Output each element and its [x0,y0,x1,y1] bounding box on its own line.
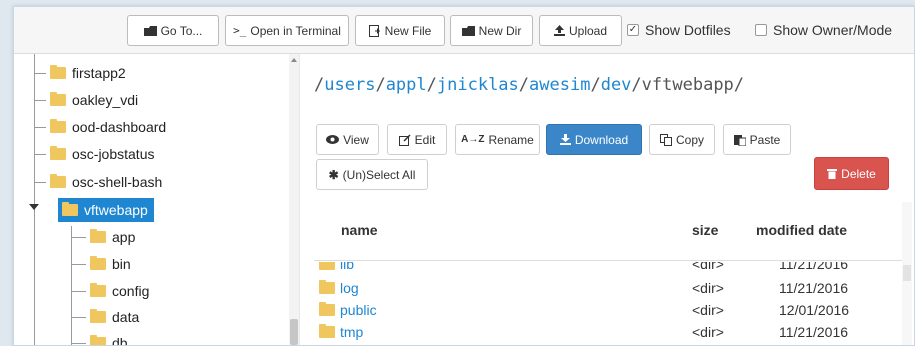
path-current: vftwebapp [641,75,734,95]
show-dotfiles-checkbox[interactable]: ✓ [627,24,639,36]
toolbar: Go To... >_ Open in Terminal New File Ne… [14,7,914,54]
path-segment[interactable]: users [324,75,375,95]
tree-item-osc-shell-bash[interactable]: osc-shell-bash [50,171,162,193]
goto-button[interactable]: Go To... [127,15,219,46]
tree-item-config[interactable]: config [90,280,149,302]
copy-button[interactable]: Copy [649,124,715,155]
table-row[interactable]: log <dir> 11/21/2016 [319,280,879,302]
column-header-modified[interactable]: modified date [756,222,847,238]
tree-item-vftwebapp[interactable]: vftwebapp [58,198,154,222]
header-divider [314,260,902,261]
delete-button[interactable]: Delete [814,157,889,190]
folder-icon [143,25,157,36]
collapse-arrow-icon[interactable] [29,204,39,210]
folder-icon [50,119,66,133]
edit-button[interactable]: Edit [387,124,447,155]
folder-icon [50,146,66,160]
column-header-name[interactable]: name [341,222,378,238]
folder-icon [90,256,106,270]
view-button[interactable]: View [316,124,379,155]
column-header-size[interactable]: size [692,222,718,238]
file-explorer-window: Go To... >_ Open in Terminal New File Ne… [13,6,915,346]
show-dotfiles-label: Show Dotfiles [645,22,731,38]
folder-icon [50,174,66,188]
paste-button[interactable]: Paste [723,124,791,155]
asterisk-icon: ✱ [328,167,339,182]
table-row[interactable]: public <dir> 12/01/2016 [319,302,879,324]
rename-button[interactable]: A→Z Rename [455,124,540,155]
sort-alpha-icon: A→Z [461,134,485,145]
folder-icon [90,229,106,243]
table-row[interactable]: lib <dir> 11/21/2016 [319,262,879,278]
path-breadcrumb: /users/appl/jnicklas/awesim/dev/vftwebap… [314,75,745,95]
upload-icon [553,25,565,36]
download-icon [559,134,571,145]
tree-scrollbar-thumb[interactable] [290,319,298,345]
new-dir-button[interactable]: New Dir [450,15,533,46]
copy-icon [659,133,672,146]
new-file-button[interactable]: New File [355,15,445,46]
terminal-icon: >_ [233,24,247,37]
upload-button[interactable]: Upload [539,15,622,46]
tree-item-osc-jobstatus[interactable]: osc-jobstatus [50,143,154,165]
path-segment[interactable]: awesim [529,75,590,95]
folder-icon [319,280,335,294]
table-scrollbar-thumb[interactable] [903,265,911,281]
folder-icon [62,202,78,216]
folder-icon [50,65,66,79]
folder-icon [319,324,335,338]
tree-item-ood-dashboard[interactable]: ood-dashboard [50,116,166,138]
path-segment[interactable]: jnicklas [437,75,519,95]
tree-item-bin[interactable]: bin [90,253,131,275]
tree-scrollbar[interactable] [289,54,299,345]
show-owner-checkbox[interactable] [755,24,767,36]
folder-icon [319,302,335,316]
directory-tree: firstapp2 oakley_vdi ood-dashboard osc-j… [14,54,300,345]
tree-item-oakley-vdi[interactable]: oakley_vdi [50,89,138,111]
table-row[interactable]: tmp <dir> 11/21/2016 [319,324,879,345]
trash-icon [827,168,838,179]
show-owner-label: Show Owner/Mode [773,22,893,38]
open-terminal-button[interactable]: >_ Open in Terminal [225,15,349,46]
folder-icon [50,92,66,106]
select-all-button[interactable]: ✱ (Un)Select All [316,159,428,190]
path-segment[interactable]: dev [601,75,632,95]
folder-icon [461,25,475,36]
scroll-up-arrow-icon[interactable] [291,58,297,62]
tree-item-db[interactable]: db [90,332,128,345]
tree-item-firstapp2[interactable]: firstapp2 [50,62,126,84]
folder-icon [90,309,106,323]
path-segment[interactable]: appl [386,75,427,95]
edit-icon [398,133,411,146]
download-button[interactable]: Download [546,124,642,155]
eye-icon [326,135,340,144]
folder-icon [319,262,335,270]
folder-icon [90,335,106,345]
folder-icon [90,283,106,297]
tree-item-data[interactable]: data [90,306,139,328]
tree-item-app[interactable]: app [90,226,135,248]
paste-icon [733,134,746,146]
new-file-icon [368,24,381,37]
file-table-body: lib <dir> 11/21/2016 log <dir> 11/21/201… [314,262,902,345]
